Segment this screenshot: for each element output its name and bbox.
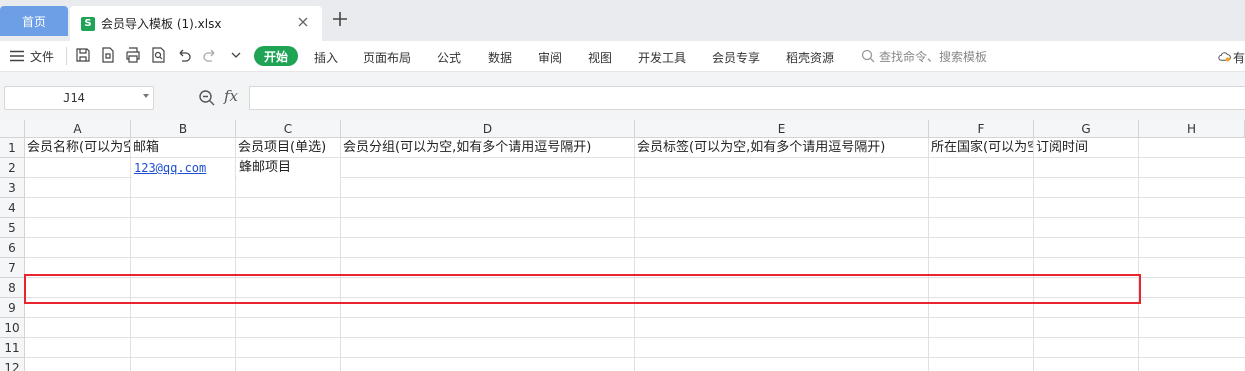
redo-icon[interactable] [202,47,218,63]
cell-c2[interactable]: 蜂邮项目 [237,158,340,178]
ribbon-tab-view[interactable]: 视图 [588,49,612,66]
print-icon[interactable] [125,47,141,63]
row-header-1[interactable]: 1 [0,138,25,158]
row-header-9[interactable]: 9 [0,298,25,318]
cloud-label: 有 [1232,50,1245,65]
menu-icon [10,50,24,62]
column-header-d[interactable]: D [341,120,635,138]
tab-home[interactable]: 首页 [0,6,68,36]
ribbon-tab-review[interactable]: 审阅 [538,49,562,66]
column-header-c[interactable]: C [236,120,341,138]
column-header-b[interactable]: B [131,120,236,138]
selection-highlight [24,274,1141,304]
cell-c1[interactable]: 会员项目(单选) [236,138,340,158]
cloud-icon [1218,52,1231,62]
cloud-sync-button[interactable]: 有 [1218,48,1245,66]
zoom-icon[interactable] [198,89,216,107]
file-menu-label: 文件 [30,49,55,64]
tab-file-label: 会员导入模板 (1).xlsx [101,17,222,31]
cell-g1[interactable]: 订阅时间 [1034,138,1138,158]
row-header-12[interactable]: 12 [0,358,25,371]
row-header-7[interactable]: 7 [0,258,25,278]
row-header-10[interactable]: 10 [0,318,25,338]
spreadsheet-grid[interactable]: A B C D E F G H 1 2 3 4 5 6 7 8 9 10 11 12 会员名称(可以为空) 邮箱 会员项目(… [0,120,1245,371]
formula-input[interactable] [249,86,1245,110]
grid-line-horizontal [25,237,1245,238]
row-header-3[interactable]: 3 [0,178,25,198]
row-header-6[interactable]: 6 [0,238,25,258]
close-tab-icon[interactable] [297,16,309,28]
grid-line-horizontal [25,197,1245,198]
chevron-down-icon[interactable] [143,94,149,98]
column-header-e[interactable]: E [635,120,929,138]
cell-a1[interactable]: 会员名称(可以为空) [25,138,130,158]
column-header-g[interactable]: G [1034,120,1139,138]
name-box-value: J14 [63,91,85,105]
ribbon-tab-page-layout[interactable]: 页面布局 [363,49,411,66]
ribbon-tab-formulas[interactable]: 公式 [437,49,461,66]
ribbon-tab-data[interactable]: 数据 [488,49,512,66]
cell-e1[interactable]: 会员标签(可以为空,如有多个请用逗号隔开) [635,138,928,158]
more-icon[interactable] [228,47,244,63]
select-all-corner[interactable] [0,120,25,138]
formula-bar: J14 fx [0,72,1245,120]
cell-b1[interactable]: 邮箱 [131,138,235,158]
grid-line-horizontal [25,257,1245,258]
ribbon-tab-start-label: 开始 [263,49,288,64]
row-header-5[interactable]: 5 [0,218,25,238]
row-header-4[interactable]: 4 [0,198,25,218]
ribbon-tab-docer[interactable]: 稻壳资源 [786,49,834,66]
save-icon[interactable] [75,47,91,63]
column-header-f[interactable]: F [929,120,1034,138]
grid-line-horizontal [25,317,1245,318]
ribbon-tab-start[interactable]: 开始 [254,46,298,66]
grid-line-horizontal [25,357,1245,358]
print-preview-icon[interactable] [151,47,167,63]
cell-d1[interactable]: 会员分组(可以为空,如有多个请用逗号隔开) [341,138,634,158]
ribbon-tab-insert[interactable]: 插入 [314,49,338,66]
name-box[interactable]: J14 [4,86,154,110]
fx-icon[interactable]: fx [224,87,238,105]
column-header-a[interactable]: A [25,120,131,138]
spreadsheet-icon: S [81,16,95,31]
row-header-8[interactable]: 8 [0,278,25,298]
grid-line-horizontal [25,337,1245,338]
ribbon-tab-member[interactable]: 会员专享 [712,49,760,66]
tab-home-label: 首页 [21,14,46,29]
cell-b2-email-link[interactable]: 123@qq.com [132,158,235,178]
new-tab-icon[interactable] [332,11,348,27]
cell-f1[interactable]: 所在国家(可以为空) [929,138,1033,158]
row-header-2[interactable]: 2 [0,158,25,178]
export-pdf-icon[interactable] [100,47,116,63]
row-header-11[interactable]: 11 [0,338,25,358]
undo-icon[interactable] [176,47,192,63]
grid-line-horizontal [25,217,1245,218]
ribbon: 文件 开始 插入 页面布局 公式 数据 审阅 视图 开发工具 会员专享 稻壳资源… [0,41,1245,72]
column-header-h[interactable]: H [1139,120,1245,138]
tab-active-file[interactable]: S 会员导入模板 (1).xlsx [70,6,322,41]
ribbon-tab-developer[interactable]: 开发工具 [638,49,686,66]
command-search-label: 查找命令、搜索模板 [879,49,988,64]
search-icon [861,49,875,63]
file-menu-button[interactable]: 文件 [10,47,54,65]
command-search[interactable]: 查找命令、搜索模板 [861,47,987,65]
tab-bar: 首页 S 会员导入模板 (1).xlsx [0,0,1245,41]
separator [66,47,67,65]
